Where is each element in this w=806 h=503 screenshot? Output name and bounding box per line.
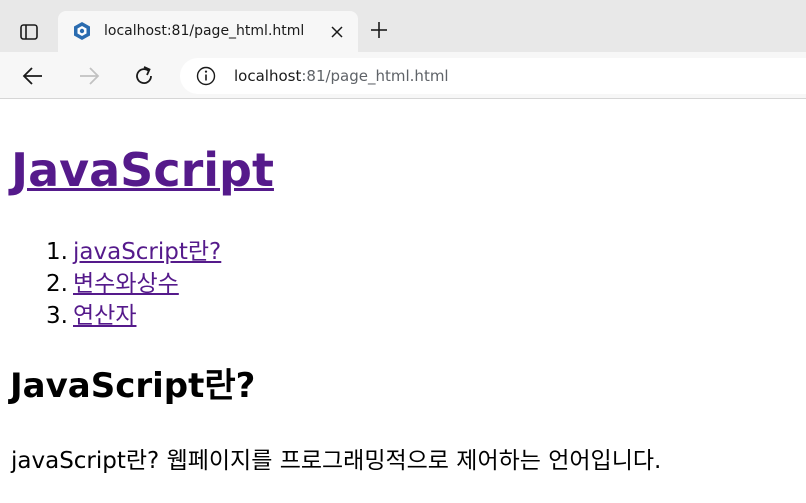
- toc-link-variables[interactable]: 변수와상수: [73, 268, 179, 300]
- close-icon[interactable]: [330, 24, 344, 38]
- tab-title: localhost:81/page_html.html: [104, 23, 305, 39]
- page-content: JavaScript 1. javaScript란? 2. 변수와상수 3. 연…: [0, 100, 806, 503]
- url-text[interactable]: localhost:81/page_html.html: [234, 66, 449, 86]
- table-of-contents: 1. javaScript란? 2. 변수와상수 3. 연산자: [46, 236, 221, 332]
- section-heading: JavaScript란?: [10, 366, 256, 406]
- toc-item: 3. 연산자: [46, 300, 221, 332]
- tab-actions-icon[interactable]: [18, 21, 40, 43]
- url-path: :81/page_html.html: [301, 67, 449, 85]
- plus-icon[interactable]: [369, 20, 389, 40]
- favicon-icon: [72, 21, 92, 41]
- toc-item: 1. javaScript란?: [46, 236, 221, 268]
- forward-arrow-icon[interactable]: [77, 64, 101, 88]
- toc-number: 3.: [46, 303, 68, 329]
- toc-link-javascript[interactable]: javaScript란?: [73, 236, 221, 268]
- toc-number: 1.: [46, 239, 68, 265]
- reload-icon[interactable]: [132, 64, 156, 88]
- browser-toolbar: localhost:81/page_html.html: [0, 52, 806, 99]
- info-icon[interactable]: [196, 66, 216, 86]
- address-bar[interactable]: localhost:81/page_html.html: [180, 58, 806, 94]
- tab-strip: localhost:81/page_html.html: [0, 0, 806, 52]
- toc-link-operators[interactable]: 연산자: [73, 300, 136, 332]
- toc-item: 2. 변수와상수: [46, 268, 221, 300]
- page-title-link[interactable]: JavaScript: [11, 143, 274, 197]
- page-title: JavaScript: [11, 140, 274, 200]
- section-paragraph: javaScript란? 웹페이지를 프로그래밍적으로 제어하는 언어입니다.: [11, 448, 662, 474]
- toc-number: 2.: [46, 271, 68, 297]
- back-arrow-icon[interactable]: [21, 64, 45, 88]
- url-host: localhost: [234, 67, 302, 85]
- browser-tab[interactable]: localhost:81/page_html.html: [58, 11, 358, 52]
